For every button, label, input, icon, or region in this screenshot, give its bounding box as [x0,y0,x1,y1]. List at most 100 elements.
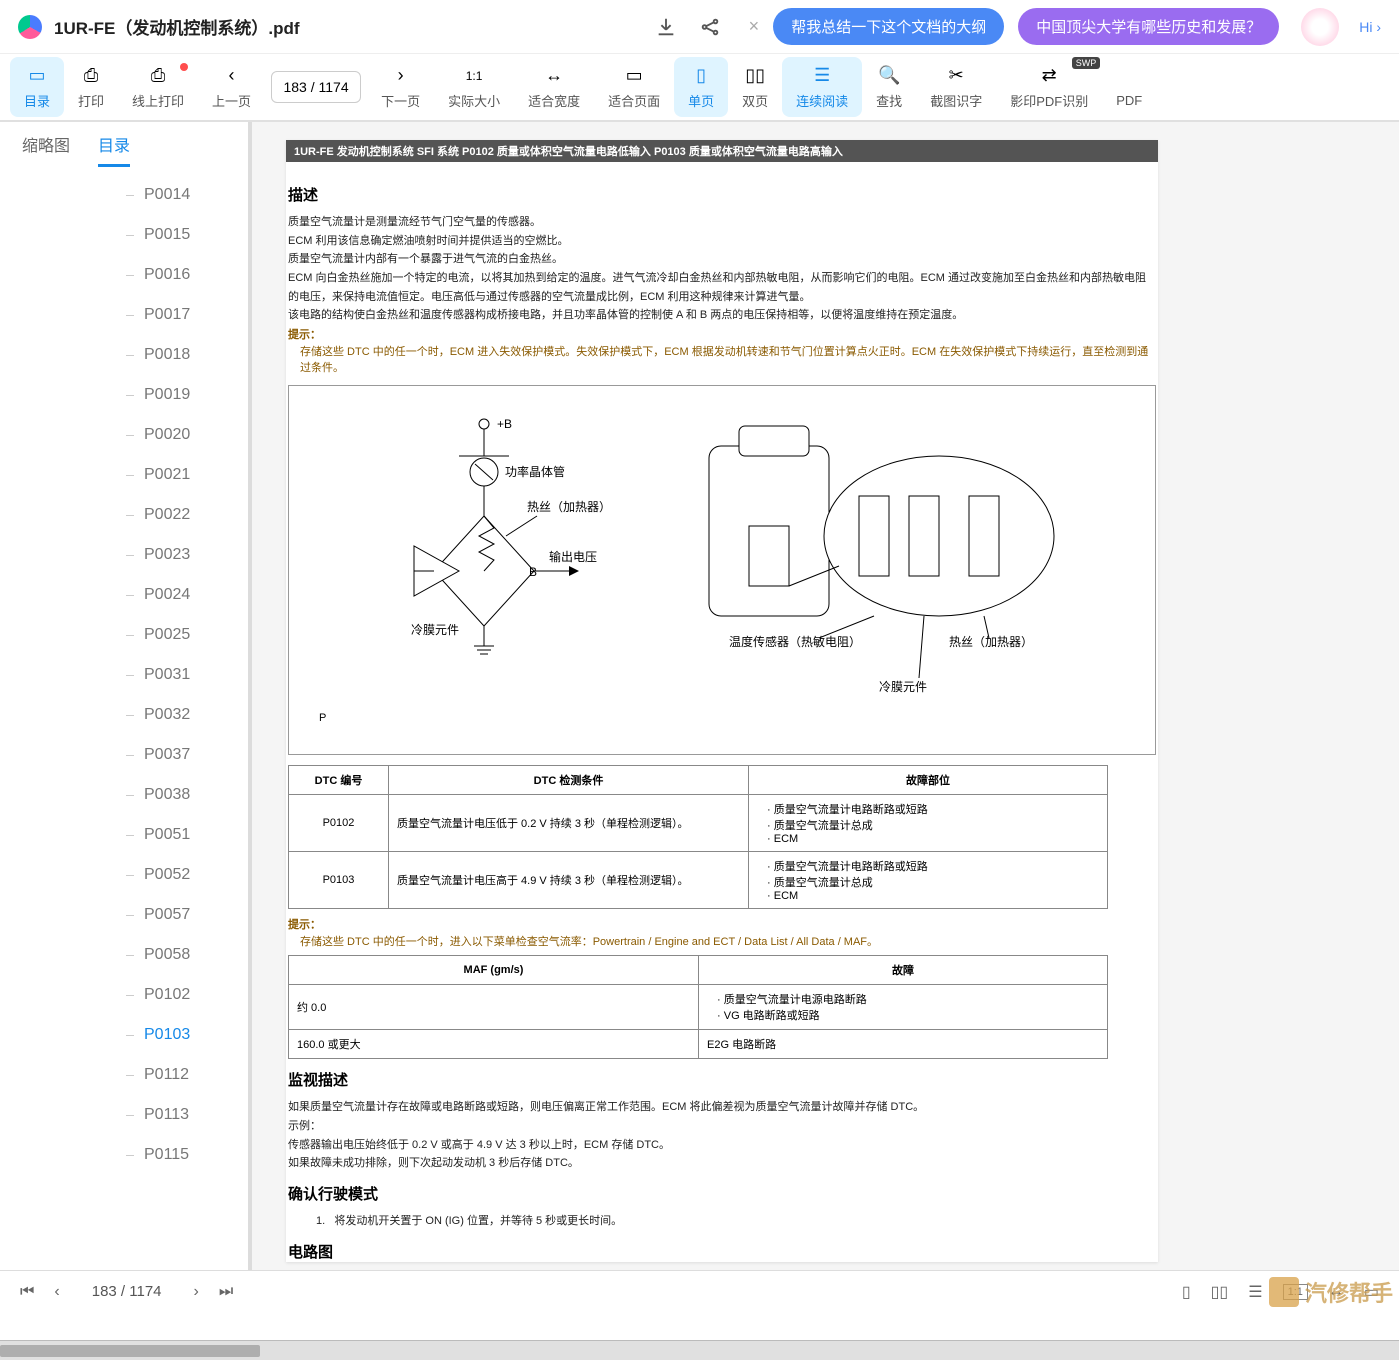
double-page-button[interactable]: ▯▯双页 [728,57,782,117]
svg-text:温度传感器（热敏电阻）: 温度传感器（热敏电阻） [729,634,861,649]
circuit-diagram: +B 功率晶体管 A B 输出电压 热丝（加热器） [288,385,1156,755]
svg-text:+B: +B [497,417,512,431]
toc-item-P0037[interactable]: P0037 [0,735,248,775]
toc-item-P0018[interactable]: P0018 [0,335,248,375]
single-page-button[interactable]: ▯单页 [674,57,728,117]
toc-item-P0019[interactable]: P0019 [0,375,248,415]
toc-item-P0016[interactable]: P0016 [0,255,248,295]
photo-pdf-ocr-button[interactable]: SWP⇄影印PDF识别 [996,57,1102,117]
bridge-circuit-icon: +B 功率晶体管 A B 输出电压 热丝（加热器） [319,416,579,716]
toc-item-P0031[interactable]: P0031 [0,655,248,695]
maf-table: MAF (gm/s)故障 约 0.0质量空气流量计电源电路断路VG 电路断路或短… [288,955,1108,1059]
description-text: 质量空气流量计是测量流经节气门空气量的传感器。ECM 利用该信息确定燃油喷射时间… [288,213,1156,325]
tab-toc[interactable]: 目录 [98,132,130,167]
ai-suggestion-bar: × 帮我总结一下这个文档的大纲 中国顶尖大学有哪些历史和发展？ Hi › [749,8,1381,46]
svg-text:热丝（加热器）: 热丝（加热器） [949,635,1033,649]
next-page-button[interactable]: ›下一页 [367,57,434,117]
toc-item-P0015[interactable]: P0015 [0,215,248,255]
toc-item-P0017[interactable]: P0017 [0,295,248,335]
print-button[interactable]: ⎙打印 [64,57,118,117]
page-indicator: 183 / 1174 [92,1283,162,1300]
sidebar: 缩略图 目录 P0014P0015P0016P0017P0018P0019P00… [0,122,252,1312]
svg-text:热丝（加热器）: 热丝（加热器） [527,500,611,514]
page-number-input[interactable] [271,71,361,103]
ai-avatar-icon[interactable] [1301,8,1339,46]
toc-item-P0020[interactable]: P0020 [0,415,248,455]
section-driving-mode: 确认行驶模式 [288,1183,1156,1204]
prev-page-button[interactable]: ‹上一页 [198,57,265,117]
status-bar: ⏮ ‹ 183 / 1174 › ⏭ ▯ ▯▯ ☰ 1:1 ↔ ▭ [0,1270,1399,1312]
fit-width-button[interactable]: ↔适合宽度 [514,57,594,117]
online-print-button[interactable]: ⎙线上打印 [118,57,198,117]
horizontal-scrollbar[interactable] [0,1340,1399,1360]
notification-dot-icon [180,63,188,71]
hint-label: 提示： [288,329,321,341]
dtc-table: DTC 编号DTC 检测条件故障部位 P0102质量空气流量计电压低于 0.2 … [288,765,1108,909]
actual-size-button[interactable]: 1:1实际大小 [434,57,514,117]
toc-item-P0024[interactable]: P0024 [0,575,248,615]
toc-item-P0102[interactable]: P0102 [0,975,248,1015]
ai-hi-label[interactable]: Hi › [1359,19,1381,35]
toc-item-P0014[interactable]: P0014 [0,175,248,215]
pdf-button[interactable]: PDF [1102,57,1156,117]
step-1: 1. 将发动机开关置于 ON (IG) 位置，并等待 5 秒或更长时间。 [316,1212,1156,1231]
ai-suggestion-1[interactable]: 帮我总结一下这个文档的大纲 [773,8,1004,45]
maf-sensor-icon: 温度传感器（热敏电阻） 热丝（加热器） 冷膜元件 [669,416,1089,716]
main-toolbar: ▭目录 ⎙打印 ⎙线上打印 ‹上一页 ›下一页 1:1实际大小 ↔适合宽度 ▭适… [0,54,1399,122]
section-description: 描述 [288,184,1156,205]
search-button[interactable]: 🔍查找 [862,57,916,117]
scrollbar-thumb[interactable] [0,1345,260,1357]
watermark: 汽修帮手 [1269,1276,1393,1308]
view-double-icon[interactable]: ▯▯ [1211,1282,1229,1302]
toc-item-P0051[interactable]: P0051 [0,815,248,855]
svg-text:P: P [319,712,326,724]
ai-suggestion-2[interactable]: 中国顶尖大学有哪些历史和发展？ [1018,8,1279,45]
first-page-icon[interactable]: ⏮ [20,1283,34,1301]
hint-text-2: 存储这些 DTC 中的任一个时，进入以下菜单检查空气流率：Powertrain … [288,933,1156,949]
section-monitor: 监视描述 [288,1069,1156,1090]
toc-item-P0057[interactable]: P0057 [0,895,248,935]
document-viewport[interactable]: 1UR-FE 发动机控制系统 SFI 系统 P0102 质量或体积空气流量电路低… [252,122,1399,1312]
toc-item-P0032[interactable]: P0032 [0,695,248,735]
prev-page-icon[interactable]: ‹ [54,1283,59,1301]
toc-item-P0038[interactable]: P0038 [0,775,248,815]
continuous-read-button[interactable]: ☰连续阅读 [782,57,862,117]
toc-item-P0022[interactable]: P0022 [0,495,248,535]
view-single-icon[interactable]: ▯ [1182,1282,1191,1302]
swp-badge: SWP [1072,57,1101,69]
toc-item-P0021[interactable]: P0021 [0,455,248,495]
monitor-text: 如果质量空气流量计存在故障或电路断路或短路，则电压偏离正常工作范围。ECM 将此… [288,1098,1156,1173]
page-header-bar: 1UR-FE 发动机控制系统 SFI 系统 P0102 质量或体积空气流量电路低… [286,140,1158,162]
toc-item-P0112[interactable]: P0112 [0,1055,248,1095]
next-page-icon[interactable]: › [194,1283,199,1301]
svg-text:B: B [529,565,537,579]
fit-page-button[interactable]: ▭适合页面 [594,57,674,117]
toc-item-P0113[interactable]: P0113 [0,1095,248,1135]
svg-text:输出电压: 输出电压 [549,549,597,564]
document-title: 1UR-FE（发动机控制系统）.pdf [54,14,300,39]
title-bar: 1UR-FE（发动机控制系统）.pdf × 帮我总结一下这个文档的大纲 中国顶尖… [0,0,1399,54]
close-icon[interactable]: × [749,16,760,37]
svg-text:冷膜元件: 冷膜元件 [879,680,927,694]
pdf-page: 1UR-FE 发动机控制系统 SFI 系统 P0102 质量或体积空气流量电路低… [286,140,1158,1262]
share-icon[interactable] [699,16,721,38]
toc-item-P0115[interactable]: P0115 [0,1135,248,1175]
screenshot-ocr-button[interactable]: ✂截图识字 [916,57,996,117]
toc-item-P0025[interactable]: P0025 [0,615,248,655]
watermark-icon [1269,1277,1299,1307]
last-page-icon[interactable]: ⏭ [219,1283,233,1301]
toc-list[interactable]: P0014P0015P0016P0017P0018P0019P0020P0021… [0,167,248,1312]
app-logo-icon [18,15,42,39]
section-circuit: 电路图 [288,1241,1156,1262]
toc-item-P0023[interactable]: P0023 [0,535,248,575]
download-icon[interactable] [655,16,677,38]
svg-text:冷膜元件: 冷膜元件 [411,623,459,637]
toc-button[interactable]: ▭目录 [10,57,64,117]
tab-thumbnails[interactable]: 缩略图 [22,132,70,167]
toc-item-P0058[interactable]: P0058 [0,935,248,975]
toc-item-P0103[interactable]: P0103 [0,1015,248,1055]
hint-label-2: 提示： [288,919,321,931]
toc-item-P0052[interactable]: P0052 [0,855,248,895]
svg-text:功率晶体管: 功率晶体管 [505,464,565,479]
view-continuous-icon[interactable]: ☰ [1248,1282,1262,1302]
